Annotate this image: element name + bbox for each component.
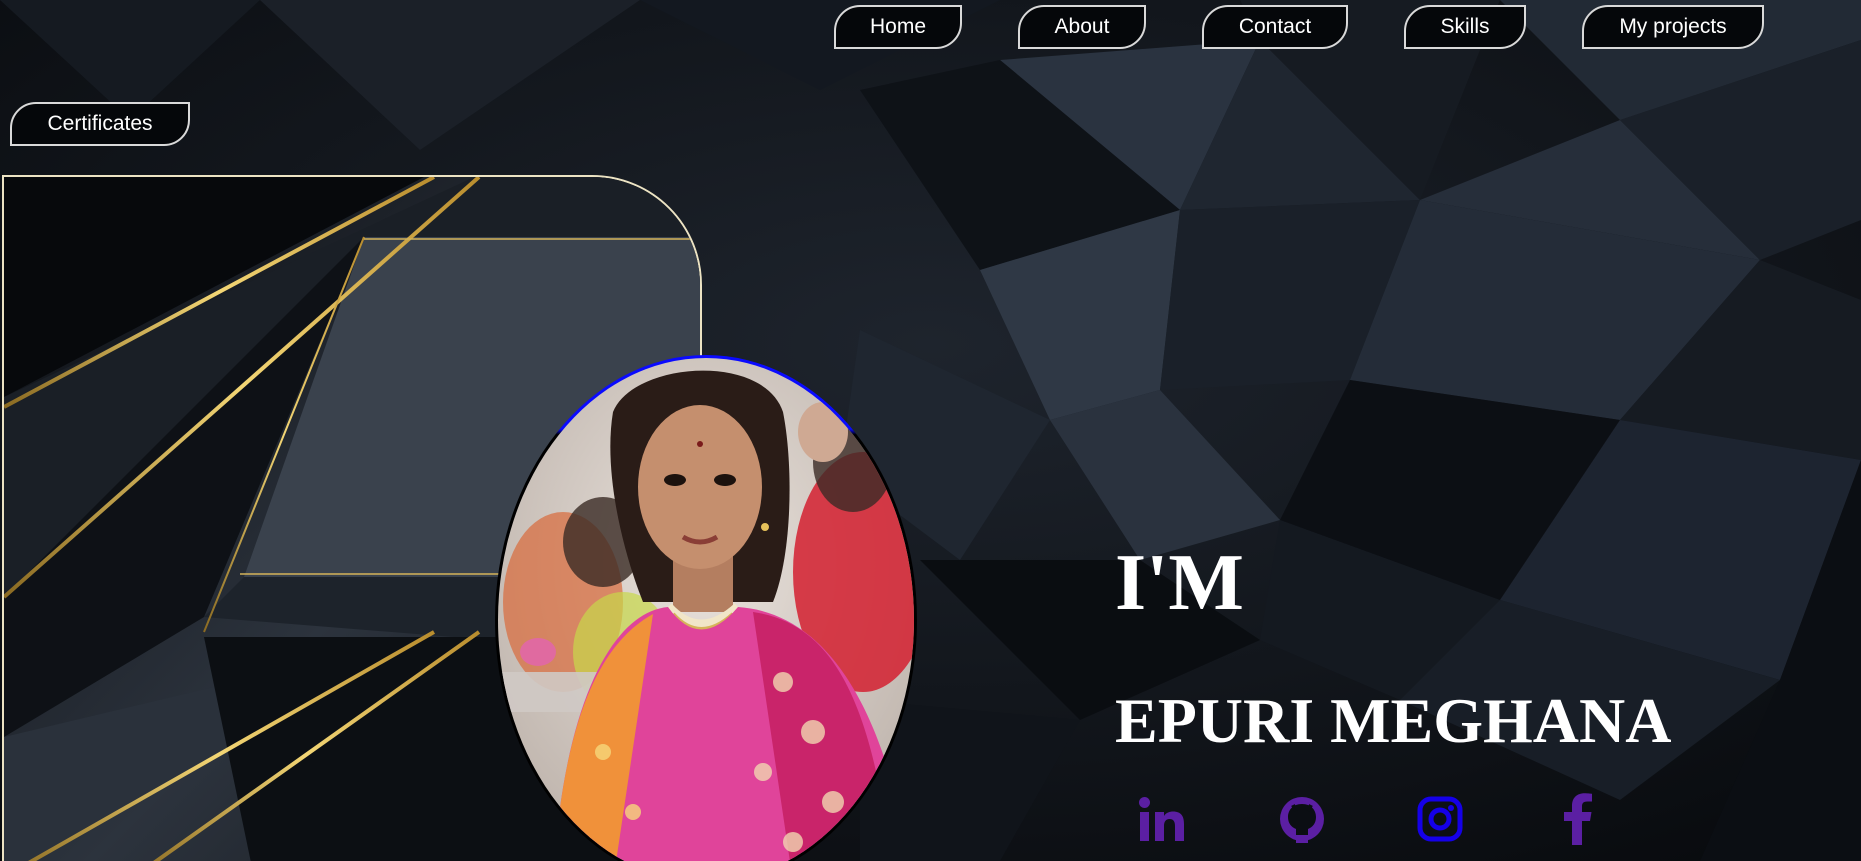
hero-name: EPURI MEGHANA (1115, 685, 1672, 756)
nav-contact-button[interactable]: Contact (1202, 5, 1348, 49)
linkedin-link[interactable] (1134, 790, 1194, 848)
linkedin-icon (1139, 797, 1184, 841)
facebook-icon (1564, 793, 1592, 845)
github-icon (1280, 797, 1324, 843)
github-link[interactable] (1272, 790, 1332, 848)
nav-certificates-button[interactable]: Certificates (10, 102, 190, 146)
nav-projects-button[interactable]: My projects (1582, 5, 1764, 49)
instagram-link[interactable] (1410, 790, 1470, 848)
nav-skills-button[interactable]: Skills (1404, 5, 1526, 49)
facebook-link[interactable] (1548, 790, 1608, 848)
nav-home-button[interactable]: Home (834, 5, 962, 49)
nav-about-button[interactable]: About (1018, 5, 1146, 49)
hero-greeting: I'M (1115, 539, 1244, 627)
instagram-icon (1417, 796, 1463, 842)
profile-photo (493, 352, 920, 861)
